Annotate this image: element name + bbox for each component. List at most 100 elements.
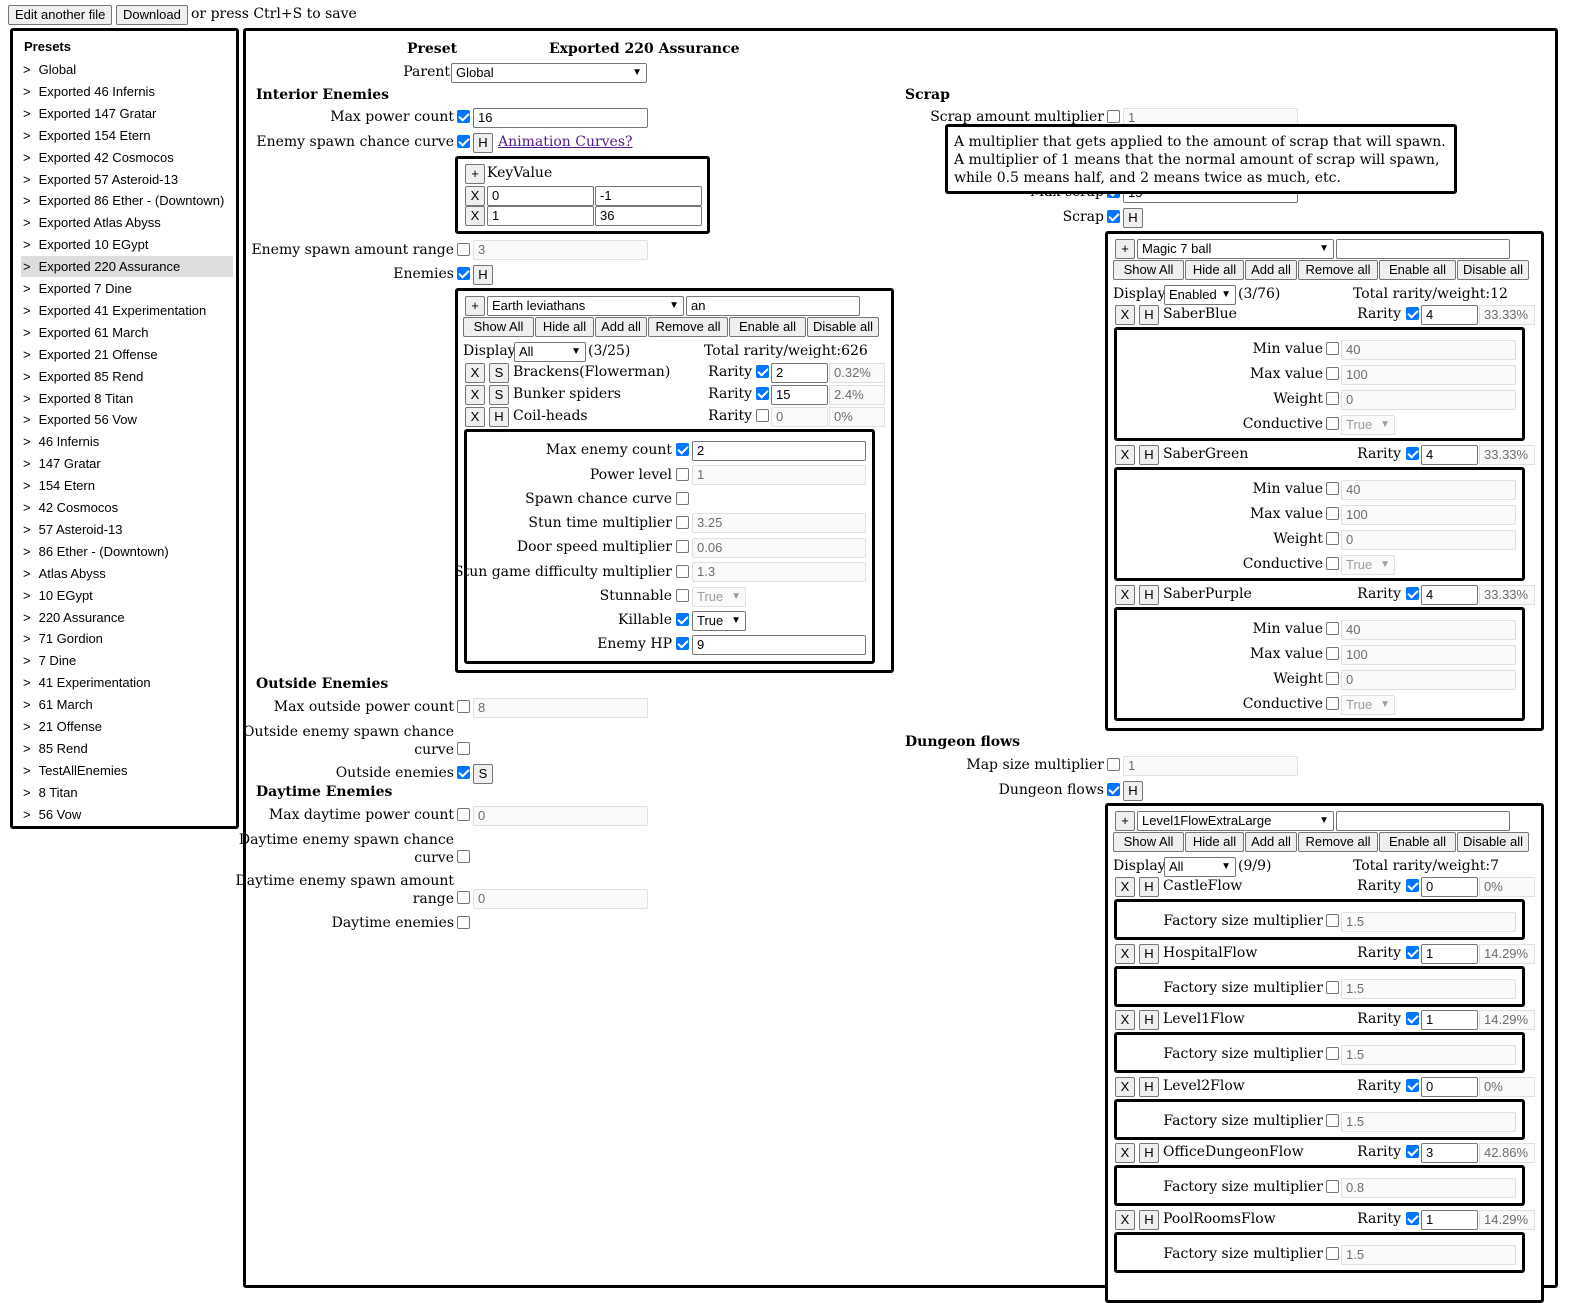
enemy-hp-input[interactable]: 9 <box>692 635 866 655</box>
scrap-item-max-input[interactable]: 100 <box>1341 505 1516 525</box>
enable-all-button[interactable]: Enable all <box>1379 832 1456 852</box>
preset-item[interactable]: >86 Ether - (Downtown) <box>21 541 233 562</box>
power-level-checkbox[interactable] <box>676 468 689 481</box>
enemies-checkbox[interactable] <box>457 267 470 280</box>
preset-item[interactable]: > Exported 56 Vow <box>21 409 233 430</box>
enemy-toggle-button[interactable]: S <box>489 363 509 383</box>
scrap-display-select[interactable]: Enabled ▼ <box>1164 285 1236 305</box>
stunnable-checkbox[interactable] <box>676 589 689 602</box>
flow-factory-checkbox[interactable] <box>1326 1180 1339 1193</box>
preset-item[interactable]: >147 Gratar <box>21 453 233 474</box>
flow-factory-checkbox[interactable] <box>1326 914 1339 927</box>
add-all-button[interactable]: Add all <box>1245 260 1297 280</box>
scrap-item-max-checkbox[interactable] <box>1326 507 1339 520</box>
outside-max-power-input[interactable]: 8 <box>473 698 648 718</box>
enemy-rarity-checkbox[interactable] <box>756 387 769 400</box>
stun-time-checkbox[interactable] <box>676 516 689 529</box>
curve-value-input[interactable]: -1 <box>595 186 702 206</box>
preset-item[interactable]: > Exported 41 Experimentation <box>21 300 233 321</box>
scrap-item-rarity-checkbox[interactable] <box>1406 307 1419 320</box>
show-all-button[interactable]: Show All <box>463 317 534 337</box>
power-level-input[interactable]: 1 <box>692 465 866 485</box>
flow-factory-checkbox[interactable] <box>1326 1047 1339 1060</box>
scrap-item-remove-button[interactable]: X <box>1115 445 1135 465</box>
dungeon-flows-checkbox[interactable] <box>1107 783 1120 796</box>
show-all-button[interactable]: Show All <box>1113 832 1184 852</box>
curve-key-input[interactable]: 1 <box>487 206 594 226</box>
outside-enemies-show-button[interactable]: S <box>473 764 493 784</box>
enemies-hide-button[interactable]: H <box>473 265 493 285</box>
scrap-item-weight-input[interactable]: 0 <box>1341 670 1516 690</box>
preset-item[interactable]: > Atlas Abyss <box>21 563 233 584</box>
killable-checkbox[interactable] <box>676 613 689 626</box>
flow-rarity-checkbox[interactable] <box>1406 1012 1419 1025</box>
preset-item[interactable]: >41 Experimentation <box>21 672 233 693</box>
flow-hide-button[interactable]: H <box>1139 1143 1159 1163</box>
hide-all-button[interactable]: Hide all <box>1185 832 1244 852</box>
curve-value-input[interactable]: 36 <box>595 206 702 226</box>
preset-item[interactable]: >8 Titan <box>21 782 233 803</box>
scrap-item-conductive-select[interactable]: True ▼ <box>1341 555 1395 575</box>
scrap-item-conductive-select[interactable]: True ▼ <box>1341 695 1395 715</box>
curve-key-input[interactable]: 0 <box>487 186 594 206</box>
scrap-item-hide-button[interactable]: H <box>1139 585 1159 605</box>
scrap-item-rarity-checkbox[interactable] <box>1406 447 1419 460</box>
scrap-item-rarity-input[interactable]: 4 <box>1421 585 1478 605</box>
flow-hide-button[interactable]: H <box>1139 1010 1159 1030</box>
preset-item[interactable]: > Global <box>21 59 233 80</box>
curve-row-remove-button[interactable]: X <box>465 186 485 206</box>
preset-item[interactable]: > Exported 61 March <box>21 322 233 343</box>
preset-item[interactable]: >56 Vow <box>21 804 233 825</box>
preset-item[interactable]: > Exported Atlas Abyss <box>21 212 233 233</box>
door-speed-input[interactable]: 0.06 <box>692 538 866 558</box>
spawn-amount-input[interactable]: 3 <box>473 240 648 260</box>
remove-all-button[interactable]: Remove all <box>648 317 728 337</box>
scrap-item-max-input[interactable]: 100 <box>1341 365 1516 385</box>
stun-difficulty-input[interactable]: 1.3 <box>692 562 866 582</box>
daytime-max-power-checkbox[interactable] <box>457 808 470 821</box>
flow-factory-input[interactable]: 0.8 <box>1341 1178 1516 1198</box>
preset-item[interactable]: > Exported 7 Dine <box>21 278 233 299</box>
preset-item[interactable]: > Exported 10 EGypt <box>21 234 233 255</box>
enemy-rarity-input[interactable]: 15 <box>771 385 828 405</box>
scrap-item-weight-checkbox[interactable] <box>1326 532 1339 545</box>
spawn-curve-hide-button[interactable]: H <box>473 133 493 153</box>
curve-add-button[interactable]: + <box>465 164 485 184</box>
flow-hide-button[interactable]: H <box>1139 943 1159 964</box>
outside-max-power-checkbox[interactable] <box>457 700 470 713</box>
flow-remove-button[interactable]: X <box>1115 1209 1135 1230</box>
preset-item[interactable]: > Exported 147 Gratar <box>21 103 233 124</box>
disable-all-button[interactable]: Disable all <box>1457 832 1529 852</box>
scrap-item-min-checkbox[interactable] <box>1326 342 1339 355</box>
dungeon-select[interactable]: Level1FlowExtraLarge ▼ <box>1137 811 1334 831</box>
preset-item[interactable]: > Exported 21 Offense <box>21 344 233 365</box>
stun-time-input[interactable]: 3.25 <box>692 513 866 533</box>
preset-item[interactable]: > Exported 220 Assurance <box>21 256 233 278</box>
disable-all-button[interactable]: Disable all <box>1457 260 1529 280</box>
preset-item[interactable]: >85 Rend <box>21 738 233 759</box>
preset-item[interactable]: > TestAllEnemies <box>21 760 233 781</box>
dungeon-display-select[interactable]: All ▼ <box>1164 857 1236 877</box>
preset-item[interactable]: >154 Etern <box>21 475 233 496</box>
scrap-item-conductive-checkbox[interactable] <box>1326 417 1339 430</box>
scrap-item-weight-input[interactable]: 0 <box>1341 390 1516 410</box>
enable-all-button[interactable]: Enable all <box>729 317 806 337</box>
flow-rarity-input[interactable]: 3 <box>1421 1143 1478 1163</box>
scrap-item-rarity-input[interactable]: 4 <box>1421 305 1478 325</box>
daytime-amount-checkbox[interactable] <box>457 891 470 904</box>
flow-remove-button[interactable]: X <box>1115 877 1135 897</box>
enemy-rarity-input[interactable]: 2 <box>771 363 828 383</box>
flow-factory-checkbox[interactable] <box>1326 1246 1339 1260</box>
preset-item[interactable]: >71 Gordion <box>21 628 233 649</box>
daytime-amount-input[interactable]: 0 <box>473 889 648 909</box>
scrap-item-conductive-checkbox[interactable] <box>1326 557 1339 570</box>
preset-item[interactable]: >57 Asteroid-13 <box>21 519 233 540</box>
flow-hide-button[interactable]: H <box>1139 1209 1159 1230</box>
scrap-add-button[interactable]: + <box>1115 239 1135 259</box>
outside-enemies-checkbox[interactable] <box>457 766 470 779</box>
flow-remove-button[interactable]: X <box>1115 1076 1135 1097</box>
enemy-hp-checkbox[interactable] <box>676 637 689 650</box>
remove-all-button[interactable]: Remove all <box>1298 832 1378 852</box>
scrap-search-input[interactable] <box>1336 239 1510 259</box>
daytime-enemies-checkbox[interactable] <box>457 916 470 929</box>
